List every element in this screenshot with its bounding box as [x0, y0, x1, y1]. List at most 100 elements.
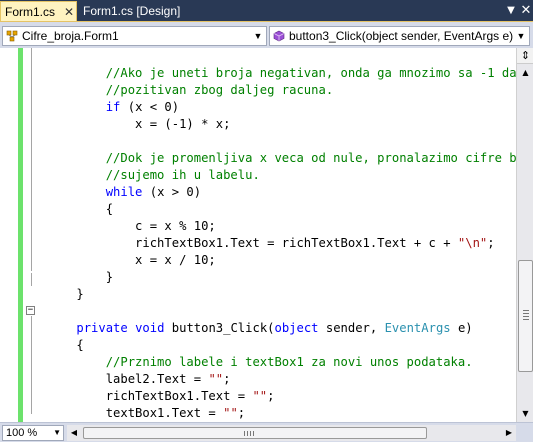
code-line[interactable]: //Ako je uneti broja negativan, onda ga …	[0, 65, 516, 82]
code-line[interactable]	[0, 133, 516, 150]
code-token: ""	[223, 406, 238, 420]
horizontal-scrollbar[interactable]: ◀ ▶	[67, 425, 516, 441]
code-token: textBox1.Text =	[47, 406, 224, 420]
code-token: {	[47, 202, 114, 216]
code-token: x = (-1) * x;	[47, 117, 231, 131]
code-line[interactable]: //sujemo ih u labelu.	[0, 167, 516, 184]
code-token: richTextBox1.Text =	[47, 389, 253, 403]
code-token: x = x / 10;	[47, 253, 216, 267]
code-token: while	[105, 185, 143, 199]
code-line[interactable]: //pozitivan zbog daljeg racuna.	[0, 82, 516, 99]
code-editor[interactable]: − //Ako je uneti broja negativan, onda g…	[0, 48, 516, 422]
editor-bottom-bar: 100 % ▼ ◀ ▶	[0, 422, 533, 442]
code-text: {	[47, 337, 84, 354]
code-line[interactable]: //Dok je promenljiva x veca od nule, pro…	[0, 150, 516, 167]
member-dropdown-value: button3_Click(object sender, EventArgs e…	[289, 29, 514, 43]
code-line[interactable]: }	[0, 286, 516, 303]
tab-label: Form1.cs [Design]	[83, 4, 181, 18]
code-text: private void button3_Click(object sender…	[47, 320, 472, 337]
code-line[interactable]: while (x > 0)	[0, 184, 516, 201]
scroll-left-button[interactable]: ◀	[67, 425, 81, 441]
code-text: //Ako je uneti broja negativan, onda ga …	[47, 65, 516, 82]
vertical-scrollbar[interactable]: ⇕ ▲ ▼	[516, 48, 533, 422]
chevron-down-icon[interactable]: ▼	[505, 1, 517, 20]
code-token: //Prznimo labele i textBox1 za novi unos…	[47, 355, 473, 369]
chevron-down-icon: ▼	[516, 31, 526, 41]
code-line[interactable]: c = x % 10;	[0, 218, 516, 235]
code-text: richTextBox1.Text = richTextBox1.Text + …	[47, 235, 495, 252]
code-token: if	[105, 100, 121, 114]
code-line[interactable]	[0, 303, 516, 320]
navigation-bar: Cifre_broja.Form1 ▼ button3_Click(object…	[0, 21, 533, 48]
code-token: {	[47, 338, 84, 352]
zoom-value: 100 %	[6, 427, 38, 439]
code-line[interactable]: {	[0, 337, 516, 354]
class-icon	[6, 30, 18, 42]
code-token: void	[135, 321, 165, 335]
code-text: }	[47, 269, 113, 286]
code-token: ;	[267, 389, 275, 403]
code-line[interactable]: private void button3_Click(object sender…	[0, 320, 516, 337]
code-text: x = (-1) * x;	[47, 116, 230, 133]
code-line[interactable]	[0, 48, 516, 65]
code-token: label2.Text =	[47, 372, 209, 386]
code-line[interactable]: textBox1.Text = "";	[0, 405, 516, 422]
chevron-down-icon: ▼	[53, 428, 61, 437]
code-text: x = x / 10;	[47, 252, 216, 269]
code-token: }	[47, 270, 114, 284]
class-dropdown-value: Cifre_broja.Form1	[22, 29, 119, 43]
code-line[interactable]: {	[0, 201, 516, 218]
code-line[interactable]: x = (-1) * x;	[0, 116, 516, 133]
scrollbar-thumb[interactable]	[83, 427, 427, 439]
zoom-dropdown[interactable]: 100 % ▼	[2, 425, 64, 441]
code-line[interactable]: label2.Text = "";	[0, 371, 516, 388]
scroll-up-button[interactable]: ▲	[517, 64, 533, 81]
code-token: richTextBox1.Text = richTextBox1.Text + …	[47, 236, 458, 250]
tab-form1-design[interactable]: Form1.cs [Design]	[79, 1, 207, 21]
code-text: textBox1.Text = "";	[47, 405, 245, 422]
code-line[interactable]: //Prznimo labele i textBox1 za novi unos…	[0, 354, 516, 371]
code-token: private	[76, 321, 128, 335]
close-icon[interactable]: ✕	[63, 2, 75, 22]
chevron-down-icon: ▼	[253, 31, 263, 41]
tab-label: Form1.cs	[5, 5, 56, 19]
code-token: ;	[223, 372, 231, 386]
code-token: button3_Click(	[164, 321, 275, 335]
code-line[interactable]: x = x / 10;	[0, 252, 516, 269]
scrollbar-thumb[interactable]	[518, 260, 533, 372]
code-token: ""	[208, 372, 224, 386]
code-token: ""	[252, 389, 268, 403]
code-token: //sujemo ih u labelu.	[47, 168, 260, 182]
code-token: //pozitivan zbog daljeg racuna.	[47, 83, 334, 97]
code-text: //sujemo ih u labelu.	[47, 167, 260, 184]
member-dropdown[interactable]: button3_Click(object sender, EventArgs e…	[269, 26, 530, 46]
code-token: //Ako je uneti broja negativan, onda ga …	[47, 66, 516, 80]
code-token: }	[47, 287, 84, 301]
code-line[interactable]: }	[0, 269, 516, 286]
code-token: object	[274, 321, 319, 335]
code-token: c = x % 10;	[47, 219, 216, 233]
scroll-right-button[interactable]: ▶	[502, 425, 516, 441]
close-icon[interactable]: ✕	[520, 1, 532, 20]
code-text: label2.Text = "";	[47, 371, 231, 388]
code-line[interactable]: richTextBox1.Text = richTextBox1.Text + …	[0, 235, 516, 252]
code-text: }	[47, 286, 84, 303]
class-dropdown[interactable]: Cifre_broja.Form1 ▼	[2, 26, 267, 46]
code-text: richTextBox1.Text = "";	[47, 388, 275, 405]
code-token: sender,	[318, 321, 385, 335]
code-line[interactable]: richTextBox1.Text = "";	[0, 388, 516, 405]
code-token: (x < 0)	[120, 100, 180, 114]
code-line[interactable]: if (x < 0)	[0, 99, 516, 116]
method-icon	[273, 30, 285, 42]
code-text: if (x < 0)	[47, 99, 179, 116]
code-token: EventArgs	[384, 321, 451, 335]
split-icon[interactable]: ⇕	[517, 48, 533, 64]
tab-form1-cs[interactable]: Form1.cs ✕	[0, 1, 77, 21]
code-text: c = x % 10;	[47, 218, 216, 235]
scroll-down-button[interactable]: ▼	[517, 405, 533, 422]
code-token: ;	[487, 236, 495, 250]
code-text: while (x > 0)	[47, 184, 201, 201]
